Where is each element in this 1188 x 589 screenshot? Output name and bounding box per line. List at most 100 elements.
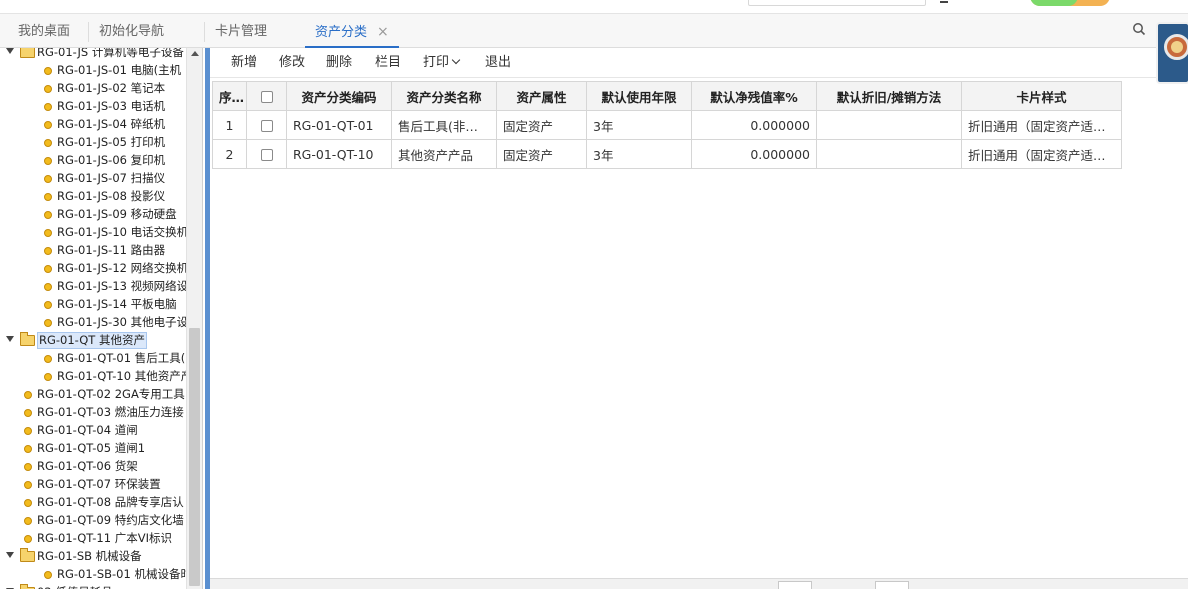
main-panel: 新增 修改 删除 栏目 打印 退出 序号 资产分类编码 资产分类名称 资产属性 … — [210, 48, 1188, 589]
cell-code: RG-01-QT-10 — [286, 139, 392, 169]
tree-item-label: RG-01-JS-30 其他电子设 — [57, 315, 189, 329]
leaf-node-icon — [44, 139, 52, 147]
cell-index: 1 — [212, 110, 247, 140]
tree-scrollbar[interactable] — [186, 48, 202, 589]
cell-name: 其他资产产品 — [391, 139, 497, 169]
tree-item-label: RG-01-JS-11 路由器 — [57, 243, 166, 257]
exit-button[interactable]: 退出 — [485, 54, 511, 72]
leaf-node-icon — [24, 391, 32, 399]
tree-item-label: 02 低值易耗品 — [37, 583, 113, 589]
menu-dash-icon[interactable] — [940, 0, 948, 3]
expand-arrow-icon[interactable] — [6, 552, 14, 558]
tree-item-label: RG-01-QT-04 道闸 — [37, 423, 138, 437]
row-checkbox[interactable] — [260, 120, 273, 132]
cell-rate: 0.000000 — [691, 110, 817, 140]
leaf-node-icon — [44, 193, 52, 201]
table-horizontal-scrollbar[interactable] — [210, 578, 1188, 589]
table-row[interactable]: 2 RG-01-QT-10 其他资产产品 固定资产 3年 0.000000 折旧… — [212, 139, 1122, 169]
tab-init-guide[interactable]: 初始化导航 — [88, 22, 174, 42]
tree-item-label: RG-01-JS-12 网络交换机 — [57, 261, 189, 275]
col-header-select-all[interactable] — [246, 81, 287, 111]
cell-select[interactable] — [246, 110, 287, 140]
cell-style: 折旧通用（固定资产适… — [961, 139, 1122, 169]
cell-method — [816, 110, 962, 140]
top-header — [0, 0, 1188, 14]
cell-name: 售后工具(非… — [391, 110, 497, 140]
columns-button[interactable]: 栏目 — [375, 54, 401, 72]
col-header-code[interactable]: 资产分类编码 — [286, 81, 392, 111]
tree-item-label: RG-01-JS 计算机等电子设备 — [37, 48, 184, 59]
tree-item-label: RG-01-JS-13 视频网络设 — [57, 279, 189, 293]
col-header-method[interactable]: 默认折旧/摊销方法 — [816, 81, 962, 111]
cell-index: 2 — [212, 139, 247, 169]
tree-item-label: RG-01-QT-05 道闸1 — [37, 441, 146, 455]
expand-arrow-icon[interactable] — [6, 48, 14, 54]
leaf-node-icon — [24, 463, 32, 471]
pager-box[interactable] — [875, 581, 909, 589]
leaf-node-icon — [24, 445, 32, 453]
close-icon[interactable]: × — [377, 24, 389, 40]
leaf-node-icon — [44, 373, 52, 381]
tab-asset-category[interactable]: 资产分类 × — [305, 22, 399, 48]
tree-item-label: RG-01-QT-10 其他资产产 — [57, 369, 193, 383]
tree-item-label: RG-01-JS-03 电话机 — [57, 99, 166, 113]
tree-item-label: RG-01-JS-04 碎纸机 — [57, 117, 166, 131]
select-all-checkbox[interactable] — [260, 91, 273, 103]
leaf-node-icon — [44, 157, 52, 165]
tree-item-label: RG-01-QT 其他资产 — [37, 332, 147, 349]
col-header-rate[interactable]: 默认净残值率% — [691, 81, 817, 111]
leaf-node-icon — [44, 319, 52, 327]
col-header-attr[interactable]: 资产属性 — [496, 81, 587, 111]
leaf-node-icon — [24, 517, 32, 525]
tree-item-label: RG-01-QT-07 环保装置 — [37, 477, 161, 491]
table-header-row: 序号 资产分类编码 资产分类名称 资产属性 默认使用年限 默认净残值率% 默认折… — [212, 81, 1122, 111]
avatar-center — [1171, 41, 1183, 53]
tree-item-label: RG-01-QT-02 2GA专用工具 — [37, 387, 185, 401]
col-header-name[interactable]: 资产分类名称 — [391, 81, 497, 111]
tab-card-management[interactable]: 卡片管理 — [204, 22, 277, 42]
leaf-node-icon — [44, 265, 52, 273]
leaf-node-icon — [44, 211, 52, 219]
cell-select[interactable] — [246, 139, 287, 169]
leaf-node-icon — [44, 283, 52, 291]
delete-button[interactable]: 删除 — [326, 54, 352, 72]
tree-item-label: RG-01-QT-11 广本VI标识 — [37, 531, 172, 545]
pager-box[interactable] — [778, 581, 812, 589]
top-search-box[interactable] — [748, 0, 926, 6]
leaf-node-icon — [44, 301, 52, 309]
col-header-style[interactable]: 卡片样式 — [961, 81, 1122, 111]
tree-item-label: RG-01-QT-03 燃油压力连接 — [37, 405, 184, 419]
leaf-node-icon — [24, 409, 32, 417]
tree-item-label: RG-01-JS-08 投影仪 — [57, 189, 166, 203]
folder-icon — [20, 48, 35, 58]
add-button[interactable]: 新增 — [231, 54, 257, 72]
leaf-node-icon — [24, 499, 32, 507]
tree-item-label: RG-01-JS-01 电脑(主机 — [57, 63, 182, 77]
tree-item-label: RG-01-JS-09 移动硬盘 — [57, 207, 177, 221]
avatar[interactable] — [1156, 22, 1188, 84]
leaf-node-icon — [44, 247, 52, 255]
tree-item-label: RG-01-JS-06 复印机 — [57, 153, 166, 167]
tree-item-label: RG-01-QT-06 货架 — [37, 459, 138, 473]
col-header-index[interactable]: 序号 — [212, 81, 247, 111]
expand-arrow-icon[interactable] — [6, 336, 14, 342]
tree-item-label: RG-01-JS-14 平板电脑 — [57, 297, 177, 311]
leaf-node-icon — [44, 121, 52, 129]
col-header-years[interactable]: 默认使用年限 — [586, 81, 692, 111]
scroll-up-icon[interactable] — [191, 51, 199, 56]
row-checkbox[interactable] — [260, 149, 273, 161]
cell-method — [816, 139, 962, 169]
cell-attr: 固定资产 — [496, 139, 587, 169]
print-button[interactable]: 打印 — [423, 54, 461, 72]
tree-item-label: RG-01-JS-07 扫描仪 — [57, 171, 166, 185]
edit-button[interactable]: 修改 — [279, 54, 305, 72]
table-row[interactable]: 1 RG-01-QT-01 售后工具(非… 固定资产 3年 0.000000 折… — [212, 110, 1122, 140]
tree-item-label: RG-01-QT-01 售后工具( — [57, 351, 186, 365]
tab-my-desktop[interactable]: 我的桌面 — [8, 22, 80, 42]
leaf-node-icon — [44, 229, 52, 237]
leaf-node-icon — [44, 175, 52, 183]
tree-item-label: RG-01-JS-02 笔记本 — [57, 81, 166, 95]
folder-icon — [20, 332, 35, 346]
scroll-thumb[interactable] — [189, 328, 200, 586]
search-icon[interactable] — [1132, 22, 1146, 36]
